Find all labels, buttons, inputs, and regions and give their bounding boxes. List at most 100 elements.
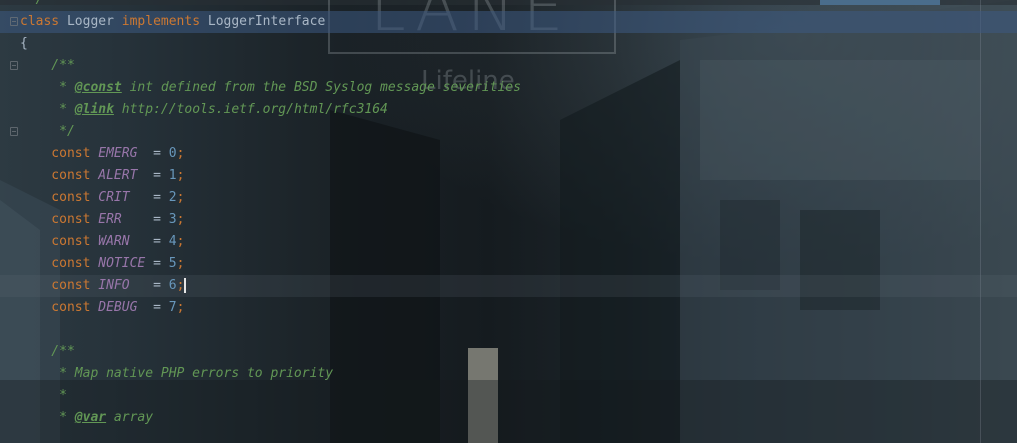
code-token: WARN	[98, 234, 130, 249]
code-token: =	[129, 278, 169, 293]
code-line-text: const CRIT = 2;	[20, 187, 184, 209]
code-token: array	[106, 410, 154, 425]
code-token: */	[20, 0, 44, 7]
code-line-text: *	[20, 385, 67, 407]
code-line-text: */	[20, 121, 75, 143]
code-line[interactable]: * Map native PHP errors to priority	[0, 363, 1017, 385]
code-token: 4	[168, 234, 177, 249]
code-line[interactable]: */	[0, 121, 1017, 143]
code-line-text: /**	[20, 55, 75, 77]
code-token: CRIT	[98, 190, 130, 205]
code-line[interactable]: class Logger implements LoggerInterface	[0, 11, 1017, 33]
code-token: const	[20, 300, 99, 315]
fold-toggle-icon[interactable]	[10, 17, 18, 26]
code-token: const	[20, 212, 99, 227]
code-line[interactable]: const DEBUG = 7;	[0, 297, 1017, 319]
code-token: 6	[168, 278, 177, 293]
code-token: const	[20, 234, 99, 249]
code-line-text: const INFO = 6;	[20, 275, 187, 297]
code-token: ;	[176, 256, 185, 271]
fold-toggle-icon[interactable]	[10, 61, 18, 70]
code-token: INFO	[98, 278, 130, 293]
code-token: *	[20, 80, 75, 95]
code-line[interactable]: const ALERT = 1;	[0, 165, 1017, 187]
code-token: 1	[168, 168, 177, 183]
code-token: =	[137, 146, 169, 161]
code-token: @link	[74, 102, 114, 117]
code-token: implements	[121, 14, 201, 29]
code-token: DEBUG	[98, 300, 138, 315]
code-token: * Map native PHP errors to priority	[20, 366, 334, 381]
code-token: /**	[20, 344, 75, 359]
code-token: const	[20, 146, 99, 161]
code-line[interactable]: const WARN = 4;	[0, 231, 1017, 253]
code-token: /**	[20, 58, 75, 73]
code-line-text: const NOTICE = 5;	[20, 253, 184, 275]
code-line[interactable]: const EMERG = 0;	[0, 143, 1017, 165]
code-line-text: /**	[20, 341, 75, 363]
code-line-text: * @link http://tools.ietf.org/html/rfc31…	[20, 99, 388, 121]
code-token: {	[20, 36, 28, 51]
code-token: =	[137, 300, 169, 315]
code-token: class	[20, 14, 60, 29]
code-line-text: {	[20, 33, 28, 55]
text-caret	[184, 278, 187, 293]
code-token: LoggerInterface	[200, 14, 326, 29]
code-token: =	[121, 212, 169, 227]
code-token: @var	[74, 410, 107, 425]
code-line-text: const ERR = 3;	[20, 209, 184, 231]
code-line[interactable]: const ERR = 3;	[0, 209, 1017, 231]
code-token: =	[145, 256, 169, 271]
code-token: *	[20, 410, 75, 425]
code-token: ALERT	[98, 168, 138, 183]
code-token: ;	[176, 146, 185, 161]
code-token: int defined from the BSD Syslog message …	[121, 80, 521, 95]
code-area[interactable]: */ class Logger implements LoggerInterfac…	[0, 0, 1017, 443]
code-token: 7	[168, 300, 177, 315]
code-line-text: const EMERG = 0;	[20, 143, 184, 165]
code-line[interactable]: /**	[0, 55, 1017, 77]
code-line-text: * @const int defined from the BSD Syslog…	[20, 77, 521, 99]
code-token: const	[20, 256, 99, 271]
code-line-text: class Logger implements LoggerInterface	[20, 11, 325, 33]
code-token: ;	[176, 278, 185, 293]
code-token: ;	[176, 190, 185, 205]
code-line[interactable]: {	[0, 33, 1017, 55]
code-line-text: const ALERT = 1;	[20, 165, 184, 187]
code-token: EMERG	[98, 146, 138, 161]
code-token: ;	[176, 234, 185, 249]
code-token: 0	[168, 146, 177, 161]
code-token: ;	[176, 212, 185, 227]
code-token: Logger	[59, 14, 122, 29]
code-token: ;	[176, 300, 185, 315]
code-token: 2	[168, 190, 177, 205]
code-token: ERR	[98, 212, 122, 227]
code-token: =	[137, 168, 169, 183]
code-line[interactable]: /**	[0, 341, 1017, 363]
code-line[interactable]: const CRIT = 2;	[0, 187, 1017, 209]
code-token: =	[129, 190, 169, 205]
code-token: 5	[168, 256, 177, 271]
code-editor[interactable]: LANE Lifeline */class Logger implements …	[0, 0, 1017, 443]
code-token: http://tools.ietf.org/html/rfc3164	[113, 102, 388, 117]
code-line[interactable]: */	[0, 0, 1017, 11]
code-token: NOTICE	[98, 256, 146, 271]
code-line[interactable]: * @link http://tools.ietf.org/html/rfc31…	[0, 99, 1017, 121]
code-token: const	[20, 168, 99, 183]
code-line[interactable]	[0, 319, 1017, 341]
fold-toggle-icon[interactable]	[10, 127, 18, 136]
code-line[interactable]: const NOTICE = 5;	[0, 253, 1017, 275]
code-line-text: const DEBUG = 7;	[20, 297, 184, 319]
code-line[interactable]: * @const int defined from the BSD Syslog…	[0, 77, 1017, 99]
code-line[interactable]: const INFO = 6;	[0, 275, 1017, 297]
code-token: *	[20, 102, 75, 117]
code-token: =	[129, 234, 169, 249]
code-line[interactable]: * @var array	[0, 407, 1017, 429]
code-token: ;	[176, 168, 185, 183]
code-token: const	[20, 278, 99, 293]
code-token: *	[20, 388, 67, 403]
code-token: 3	[168, 212, 177, 227]
code-token: @const	[74, 80, 122, 95]
code-line[interactable]: *	[0, 385, 1017, 407]
code-line-text: */	[20, 0, 44, 11]
